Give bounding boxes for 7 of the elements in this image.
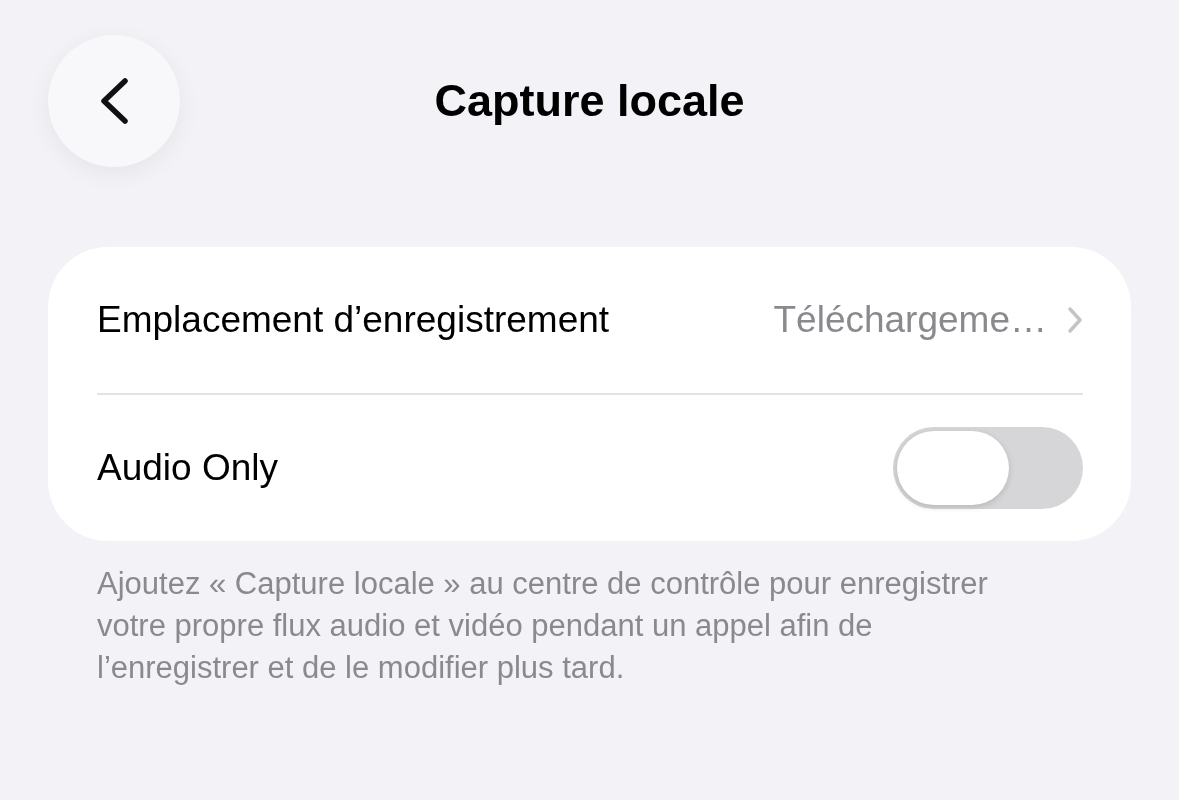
back-chevron-icon: [99, 78, 129, 124]
chevron-right-icon: [1067, 306, 1083, 334]
footer-note: Ajoutez « Capture locale » au centre de contrôle pour enregistrer votre propre flux audio et vidéo pendant un appel afin de l’enregistrer et de le modifier plus tard.: [97, 565, 989, 687]
setting-label: Emplacement d’enregistrement: [97, 299, 611, 341]
setting-label: Audio Only: [97, 447, 279, 489]
setting-value[interactable]: Téléchargeme…: [773, 299, 1047, 341]
page-title: Capture locale: [434, 75, 745, 127]
